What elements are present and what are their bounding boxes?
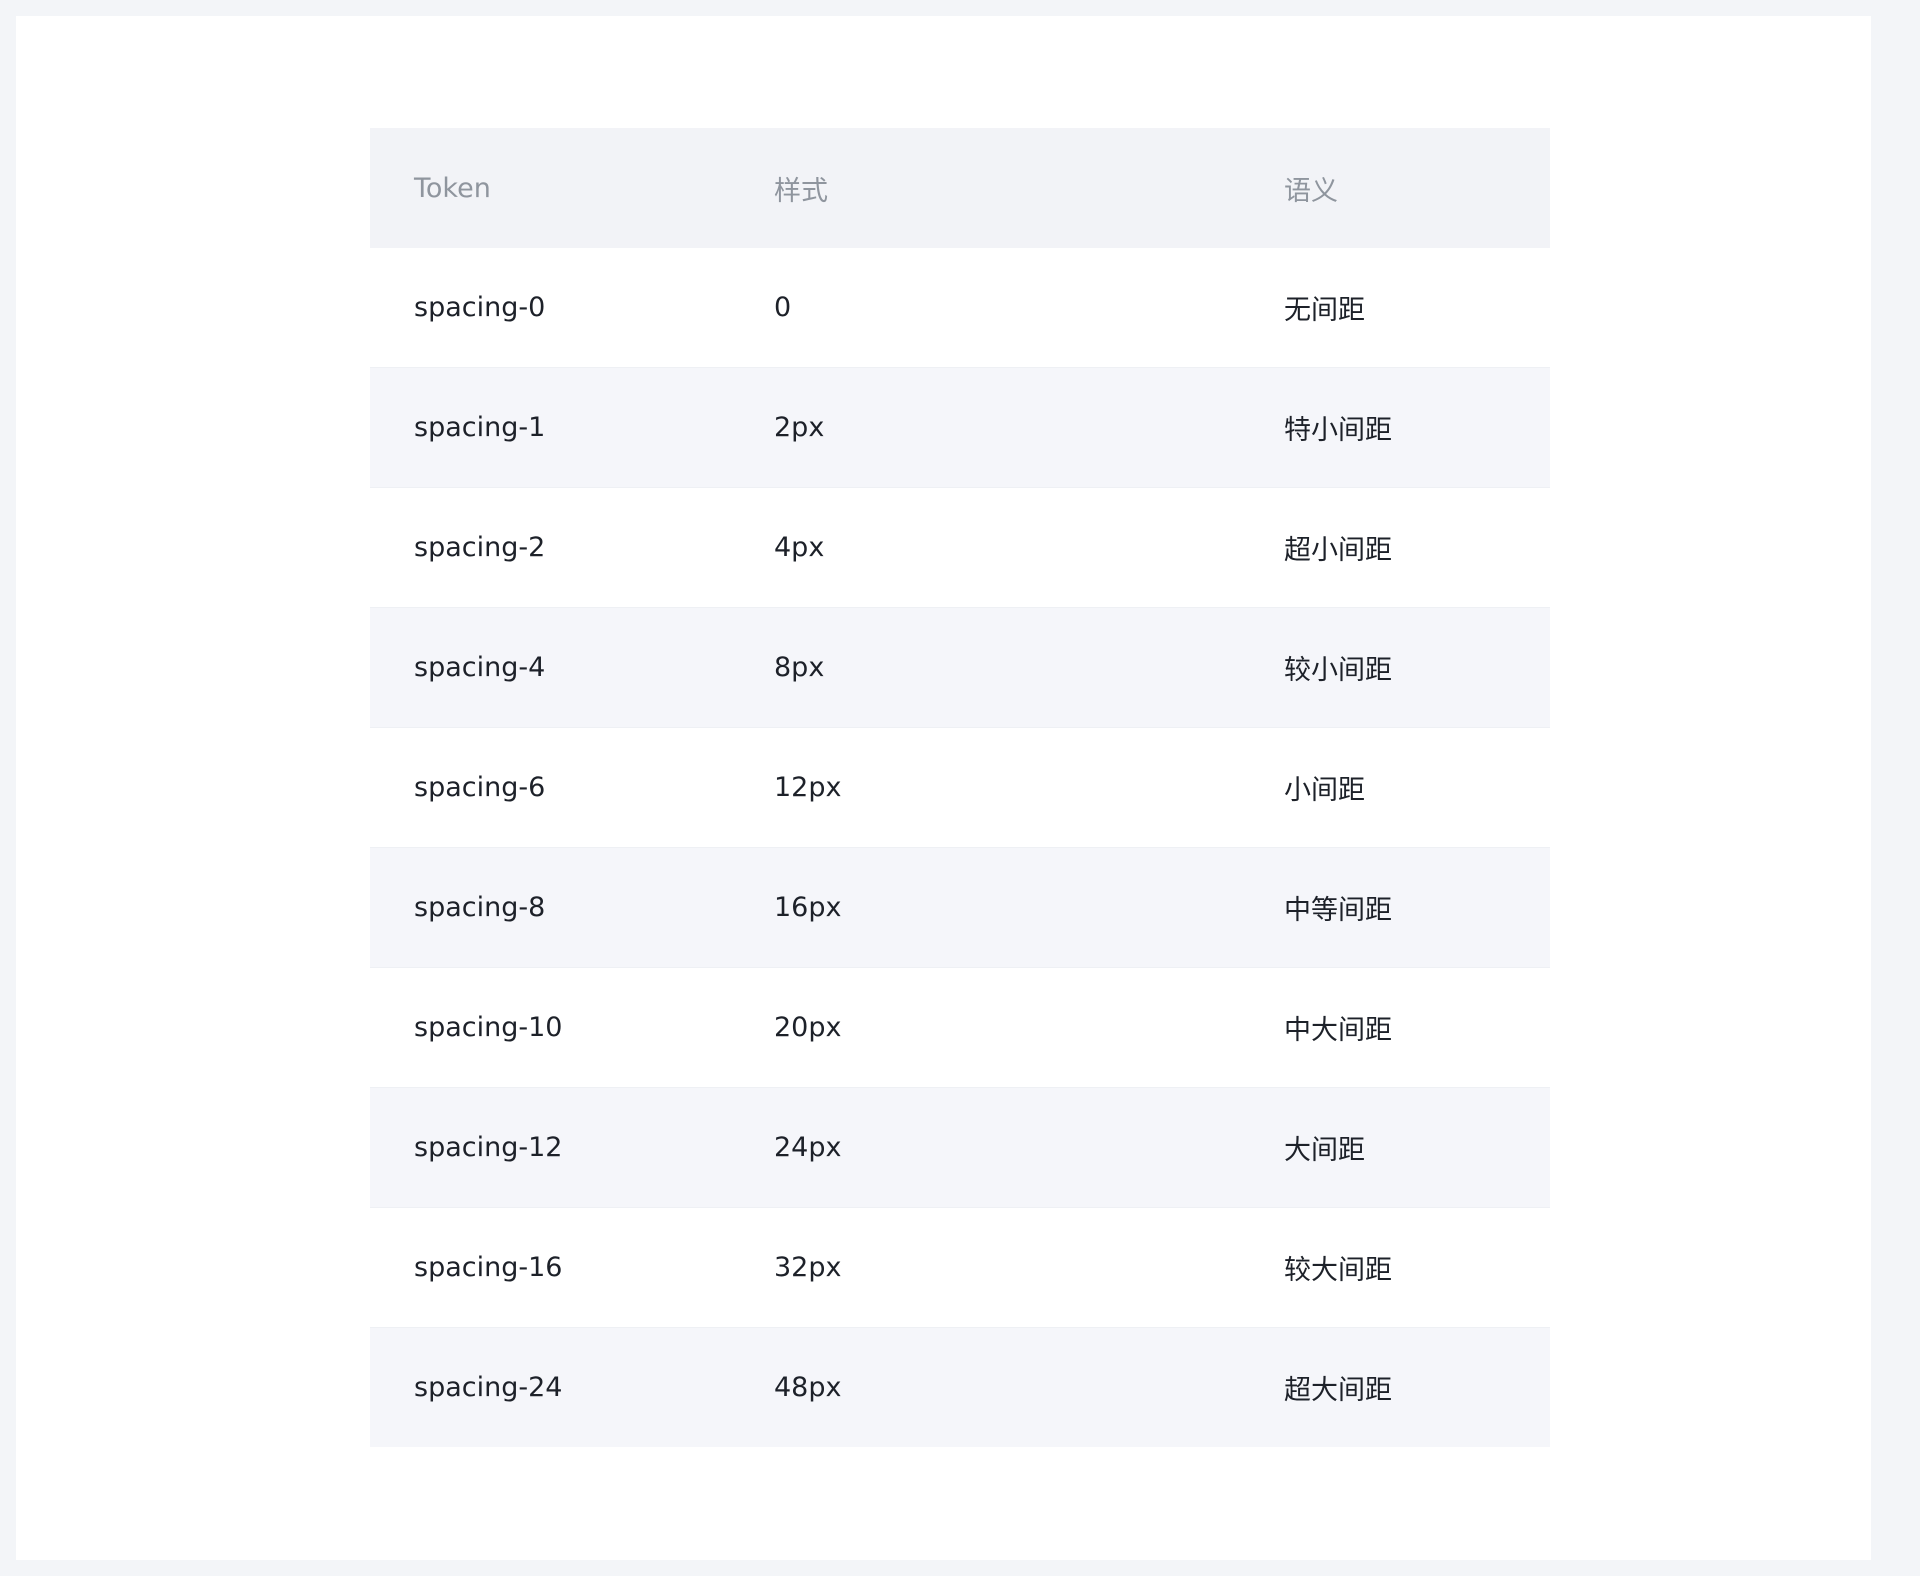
table-row: spacing-6 12px 小间距 <box>370 728 1550 848</box>
header-meaning: 语义 <box>1284 175 1338 207</box>
table-row: spacing-0 0 无间距 <box>370 248 1550 368</box>
style-cell: 24px <box>774 1132 842 1163</box>
header-token: Token <box>414 172 491 204</box>
meaning-cell: 小间距 <box>1284 775 1365 806</box>
table-row: spacing-24 48px 超大间距 <box>370 1328 1550 1447</box>
table-row: spacing-1 2px 特小间距 <box>370 368 1550 488</box>
table-row: spacing-2 4px 超小间距 <box>370 488 1550 608</box>
meaning-cell: 无间距 <box>1284 295 1365 326</box>
style-cell: 8px <box>774 652 825 683</box>
content-card: Token 样式 语义 spacing-0 0 无间距 spacing-1 2p… <box>16 16 1871 1560</box>
style-cell: 32px <box>774 1252 842 1283</box>
meaning-cell: 较大间距 <box>1284 1255 1392 1286</box>
style-cell: 12px <box>774 772 842 803</box>
meaning-cell: 中等间距 <box>1284 895 1392 926</box>
token-cell: spacing-0 <box>414 292 546 323</box>
token-cell: spacing-6 <box>414 772 546 803</box>
meaning-cell: 超大间距 <box>1284 1375 1392 1406</box>
header-style: 样式 <box>774 175 828 207</box>
table-row: spacing-8 16px 中等间距 <box>370 848 1550 968</box>
table-row: spacing-10 20px 中大间距 <box>370 968 1550 1088</box>
meaning-cell: 较小间距 <box>1284 655 1392 686</box>
style-cell: 48px <box>774 1372 842 1403</box>
meaning-cell: 大间距 <box>1284 1135 1365 1166</box>
style-cell: 2px <box>774 412 825 443</box>
meaning-cell: 特小间距 <box>1284 415 1392 446</box>
meaning-cell: 中大间距 <box>1284 1015 1392 1046</box>
token-cell: spacing-10 <box>414 1012 563 1043</box>
meaning-cell: 超小间距 <box>1284 535 1392 566</box>
token-cell: spacing-1 <box>414 412 546 443</box>
token-cell: spacing-12 <box>414 1132 563 1163</box>
style-cell: 4px <box>774 532 825 563</box>
token-cell: spacing-8 <box>414 892 546 923</box>
table-row: spacing-12 24px 大间距 <box>370 1088 1550 1208</box>
style-cell: 20px <box>774 1012 842 1043</box>
style-cell: 0 <box>774 292 792 323</box>
token-cell: spacing-2 <box>414 532 546 563</box>
token-cell: spacing-16 <box>414 1252 563 1283</box>
style-cell: 16px <box>774 892 842 923</box>
spacing-token-table: Token 样式 语义 spacing-0 0 无间距 spacing-1 2p… <box>370 128 1550 1447</box>
token-cell: spacing-24 <box>414 1372 563 1403</box>
table-header: Token 样式 语义 <box>370 128 1550 248</box>
table-row: spacing-4 8px 较小间距 <box>370 608 1550 728</box>
token-cell: spacing-4 <box>414 652 546 683</box>
table-row: spacing-16 32px 较大间距 <box>370 1208 1550 1328</box>
